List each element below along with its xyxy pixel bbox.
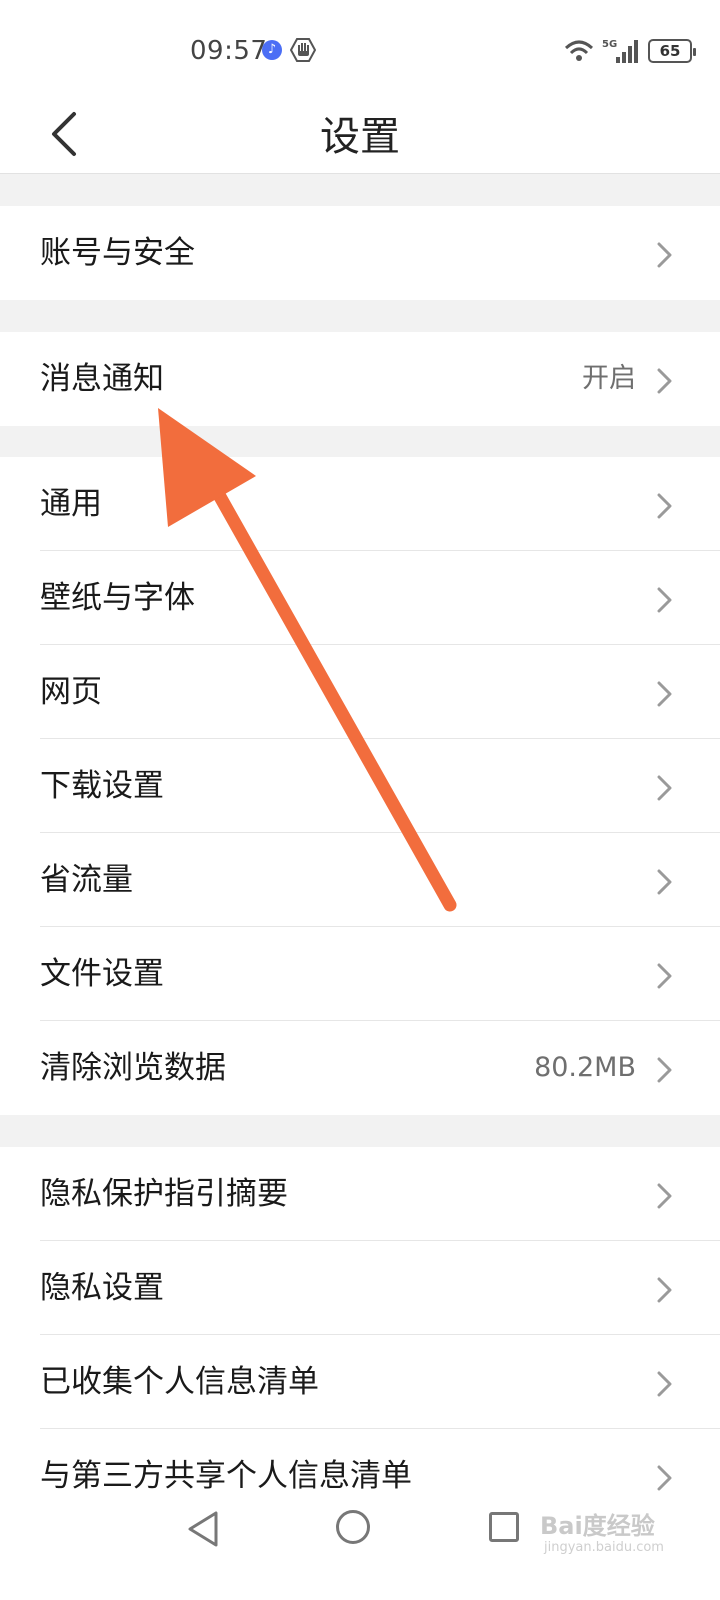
chevron-right-icon [657, 1057, 672, 1083]
settings-row-label: 文件设置 [40, 956, 164, 992]
chevron-right-icon [657, 963, 672, 989]
settings-row-label: 省流量 [40, 862, 133, 898]
notification-status-value: 开启 [582, 363, 636, 394]
header: 设置 [0, 92, 720, 174]
chevron-right-icon [657, 242, 672, 268]
settings-row-data-saver[interactable]: 省流量 [0, 833, 720, 927]
settings-row-label: 清除浏览数据 [40, 1050, 226, 1086]
watermark-url: jingyan.baidu.com [544, 1540, 664, 1555]
chevron-right-icon [657, 869, 672, 895]
page-title: 设置 [320, 114, 400, 160]
chevron-right-icon [657, 1183, 672, 1209]
settings-row-general[interactable]: 通用 [0, 457, 720, 551]
settings-group-account: 账号与安全 [0, 206, 720, 300]
chevron-right-icon [657, 493, 672, 519]
nav-recent-icon[interactable] [489, 1512, 519, 1542]
settings-row-webpage[interactable]: 网页 [0, 645, 720, 739]
settings-group-general: 通用 壁纸与字体 网页 下载设置 省流量 文件设置 清除浏览数据 80.2MB [0, 457, 720, 1115]
system-nav-bar: Bai度经验 jingyan.baidu.com [0, 1496, 720, 1600]
settings-row-wallpaper-font[interactable]: 壁纸与字体 [0, 551, 720, 645]
settings-row-label: 账号与安全 [40, 235, 195, 271]
hand-notification-icon [290, 38, 316, 62]
chevron-right-icon [657, 368, 672, 394]
music-notification-icon: ♪ [262, 40, 282, 60]
settings-row-clear-data[interactable]: 清除浏览数据 80.2MB [0, 1021, 720, 1115]
chevron-right-icon [657, 1371, 672, 1397]
settings-row-label: 隐私设置 [40, 1270, 164, 1306]
settings-group-notification: 消息通知 开启 [0, 332, 720, 426]
cache-size-value: 80.2MB [534, 1052, 636, 1083]
settings-row-label: 通用 [40, 486, 102, 522]
battery-icon: 65 [648, 39, 696, 63]
nav-back-icon[interactable] [186, 1510, 220, 1548]
chevron-right-icon [657, 1465, 672, 1491]
settings-row-label: 下载设置 [40, 768, 164, 804]
settings-row-label: 壁纸与字体 [40, 580, 195, 616]
settings-row-privacy-summary[interactable]: 隐私保护指引摘要 [0, 1147, 720, 1241]
nav-home-icon[interactable] [336, 1510, 370, 1544]
settings-row-label: 消息通知 [40, 361, 164, 397]
settings-row-file[interactable]: 文件设置 [0, 927, 720, 1021]
chevron-right-icon [657, 775, 672, 801]
chevron-right-icon [657, 681, 672, 707]
network-type-label: 5G [602, 39, 617, 50]
settings-group-privacy: 隐私保护指引摘要 隐私设置 已收集个人信息清单 与第三方共享个人信息清单 [0, 1147, 720, 1523]
settings-row-label: 已收集个人信息清单 [40, 1364, 319, 1400]
status-indicators: 5G 65 [564, 36, 696, 66]
settings-row-collected-info[interactable]: 已收集个人信息清单 [0, 1335, 720, 1429]
status-time: 09:57 [190, 36, 268, 66]
settings-row-download[interactable]: 下载设置 [0, 739, 720, 833]
status-bar: 09:57 ♪ 5G 65 [0, 0, 720, 92]
signal-icon: 5G [602, 39, 638, 63]
wifi-icon [564, 40, 594, 61]
settings-row-label: 隐私保护指引摘要 [40, 1176, 288, 1212]
chevron-right-icon [657, 587, 672, 613]
settings-row-notifications[interactable]: 消息通知 开启 [0, 332, 720, 426]
settings-row-label: 网页 [40, 674, 102, 710]
watermark-logo: Bai度经验 [540, 1512, 655, 1540]
chevron-right-icon [657, 1277, 672, 1303]
settings-row-account-security[interactable]: 账号与安全 [0, 206, 720, 300]
settings-row-privacy-settings[interactable]: 隐私设置 [0, 1241, 720, 1335]
